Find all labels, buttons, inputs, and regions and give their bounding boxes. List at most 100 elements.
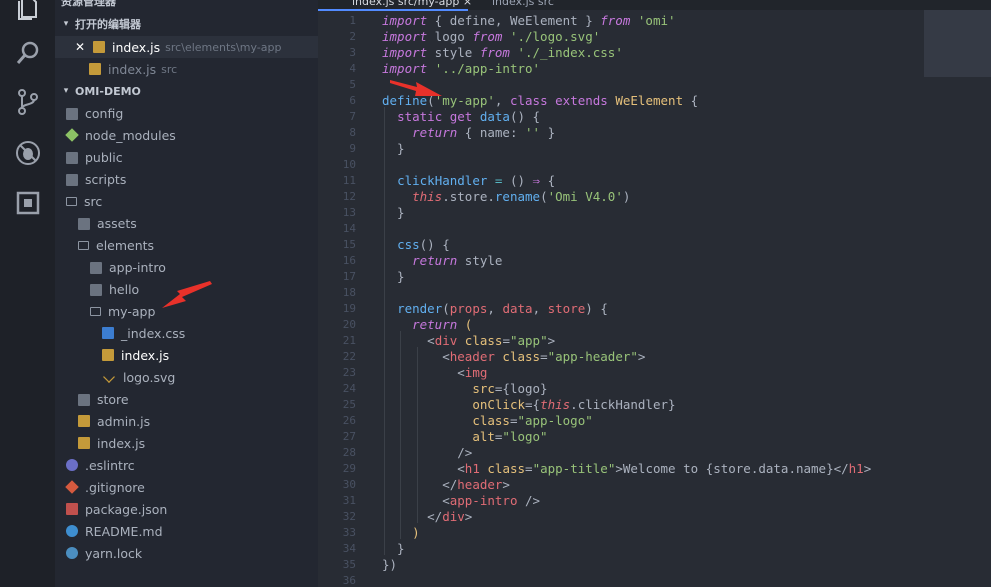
line-number: 16: [342, 254, 356, 267]
line-number: 36: [342, 574, 356, 587]
folder-icon: [66, 173, 78, 186]
project-header[interactable]: ▾ OMI-DEMO: [61, 80, 318, 102]
folder-icon: [78, 393, 90, 406]
tree-item-index-js-selected[interactable]: index.js: [55, 344, 318, 366]
line-number: 35: [342, 558, 356, 571]
code-editor[interactable]: index.js src/my-app × index.js src 12345…: [318, 0, 991, 587]
code-line: static get data() {: [397, 109, 541, 124]
code-line: css() {: [397, 237, 450, 252]
tab-index-src[interactable]: index.js src: [492, 0, 554, 8]
tree-item-node-modules[interactable]: node_modules: [55, 124, 318, 146]
code-line: src={logo}: [472, 381, 548, 396]
code-line: }): [382, 557, 398, 572]
line-number: 5: [349, 78, 356, 91]
tree-item-public[interactable]: public: [55, 146, 318, 168]
line-number: 19: [342, 302, 356, 315]
folder-open-icon: [90, 307, 101, 316]
tree-item-readme[interactable]: README.md: [55, 520, 318, 542]
tree-item-index-css[interactable]: _index.css: [55, 322, 318, 344]
tree-item-admin-js[interactable]: admin.js: [55, 410, 318, 432]
line-number: 31: [342, 494, 356, 507]
git-icon: [65, 480, 79, 494]
source-control-icon[interactable]: [0, 80, 55, 124]
line-number: 30: [342, 478, 356, 491]
tree-item-scripts[interactable]: scripts: [55, 168, 318, 190]
open-editor-path: src\elements\my-app: [165, 40, 282, 54]
line-number: 29: [342, 462, 356, 475]
line-number: 24: [342, 382, 356, 395]
line-number: 28: [342, 446, 356, 459]
open-editors-header[interactable]: ▾ 打开的编辑器: [61, 13, 318, 35]
line-number: 9: [349, 142, 356, 155]
tree-item-elements[interactable]: elements: [55, 234, 318, 256]
js-file-icon: [89, 63, 101, 75]
npm-icon: [66, 503, 78, 515]
code-line: <header class="app-header">: [382, 349, 646, 364]
tree-item-eslintrc[interactable]: .eslintrc: [55, 454, 318, 476]
search-icon[interactable]: [0, 31, 55, 75]
code-line: }: [382, 269, 405, 284]
line-number: 8: [349, 126, 356, 139]
code-line: }: [382, 205, 405, 220]
code-line: import { define, WeElement } from 'omi': [382, 13, 676, 28]
editor-tabs: index.js src/my-app × index.js src: [318, 0, 991, 11]
line-number: 6: [349, 94, 356, 107]
tree-item-package-json[interactable]: package.json: [55, 498, 318, 520]
code-line: onClick={this.clickHandler}: [472, 397, 676, 412]
folder-icon: [78, 217, 90, 230]
debug-icon[interactable]: [0, 131, 55, 175]
svg-file-icon: [103, 371, 115, 383]
open-editor-index-src[interactable]: index.js src: [55, 58, 318, 80]
line-number: 4: [349, 62, 356, 75]
folder-open-icon: [66, 197, 77, 206]
open-editor-index-myapp[interactable]: ✕ index.js src\elements\my-app: [55, 36, 318, 58]
explorer-icon[interactable]: [0, 0, 55, 30]
folder-icon: [90, 283, 102, 296]
tab-index-myapp[interactable]: index.js src/my-app ×: [352, 0, 472, 8]
open-editor-path: src: [161, 62, 178, 76]
tree-item-yarn-lock[interactable]: yarn.lock: [55, 542, 318, 564]
activity-bar: [0, 0, 55, 587]
info-icon: [66, 525, 78, 537]
line-number: 26: [342, 414, 356, 427]
code-line: }: [382, 141, 405, 156]
extensions-icon[interactable]: [0, 181, 55, 225]
code-line: class="app-logo": [472, 413, 593, 428]
line-number: 10: [342, 158, 356, 171]
tab-close-icon[interactable]: ×: [463, 0, 472, 8]
css-file-icon: [102, 327, 114, 339]
open-editor-name: index.js: [108, 61, 157, 77]
line-number: 25: [342, 398, 356, 411]
open-editor-name: index.js: [112, 39, 161, 55]
active-tab-indicator: [318, 9, 468, 11]
js-file-icon: [102, 349, 114, 361]
code-line: this.store.rename('Omi V4.0'): [412, 189, 631, 204]
code-line: />: [382, 445, 473, 460]
node-icon: [65, 128, 79, 142]
tree-item-index-js[interactable]: index.js: [55, 432, 318, 454]
minimap[interactable]: [924, 10, 991, 77]
tree-item-gitignore[interactable]: .gitignore: [55, 476, 318, 498]
line-number: 14: [342, 222, 356, 235]
js-file-icon: [78, 415, 90, 427]
annotation-arrow-icon: [390, 80, 442, 96]
code-line: <div class="app">: [382, 333, 556, 348]
code-line: import logo from './logo.svg': [382, 29, 601, 44]
line-number: 13: [342, 206, 356, 219]
line-number: 3: [349, 46, 356, 59]
code-line: import style from './_index.css': [382, 45, 623, 60]
folder-icon: [66, 151, 78, 164]
tree-item-store[interactable]: store: [55, 388, 318, 410]
line-number: 32: [342, 510, 356, 523]
tree-item-assets[interactable]: assets: [55, 212, 318, 234]
tree-item-app-intro[interactable]: app-intro: [55, 256, 318, 278]
code-line: </div>: [382, 509, 473, 524]
line-number: 27: [342, 430, 356, 443]
tree-item-config[interactable]: config: [55, 102, 318, 124]
line-number: 7: [349, 110, 356, 123]
line-number: 23: [342, 366, 356, 379]
close-icon[interactable]: ✕: [75, 40, 89, 54]
code-line: render(props, data, store) {: [397, 301, 608, 316]
tree-item-src[interactable]: src: [55, 190, 318, 212]
tree-item-logo-svg[interactable]: logo.svg: [55, 366, 318, 388]
